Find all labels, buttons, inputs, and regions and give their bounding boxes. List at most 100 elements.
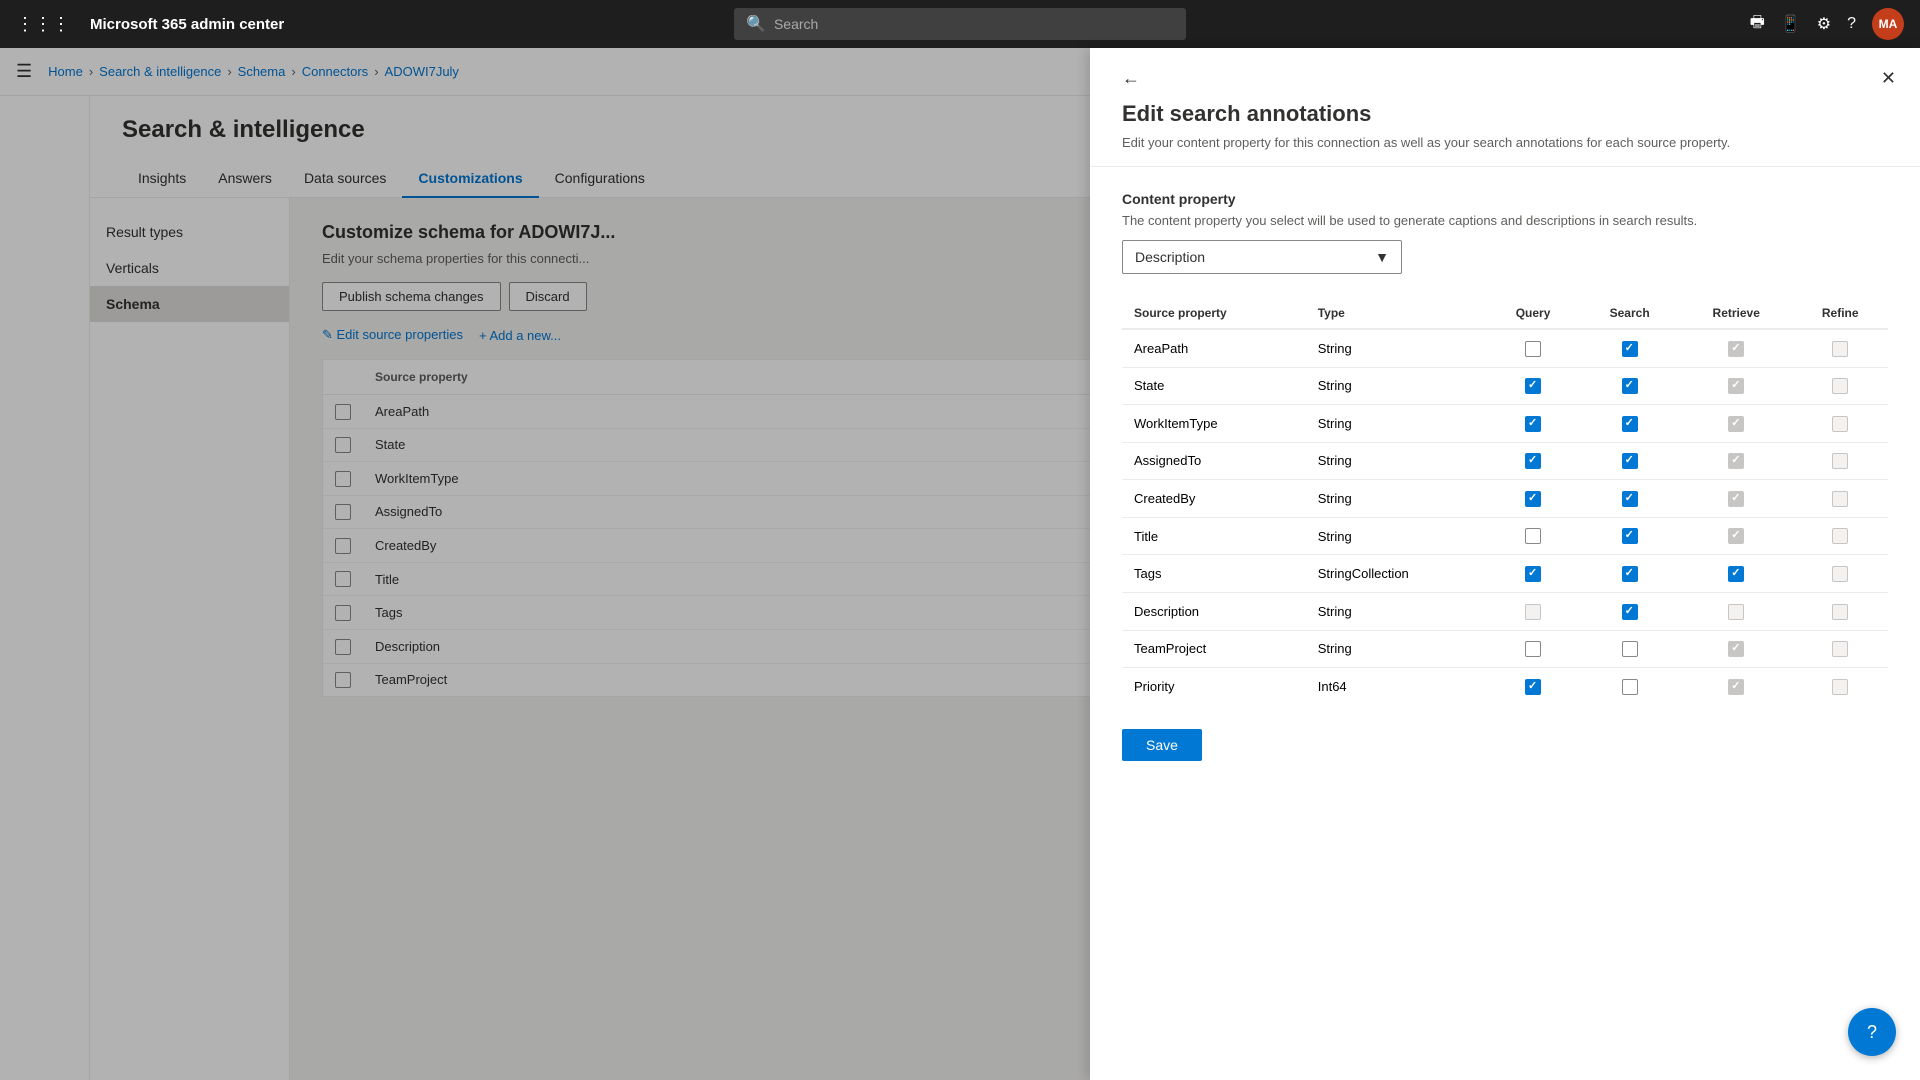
anno-query-cell — [1487, 630, 1579, 668]
panel-back-icon[interactable]: ← — [1122, 68, 1140, 89]
anno-search-cell — [1579, 555, 1680, 593]
checkbox[interactable] — [1525, 679, 1541, 695]
anno-query-cell — [1487, 555, 1579, 593]
checkbox[interactable] — [1622, 528, 1638, 544]
checkbox — [1832, 641, 1848, 657]
settings-icon[interactable]: ⚙ — [1817, 14, 1831, 34]
anno-search-cell — [1579, 367, 1680, 405]
anno-refine-cell — [1792, 668, 1888, 705]
anno-property: CreatedBy — [1122, 480, 1306, 518]
monitor-icon[interactable]: 🖶 — [1750, 11, 1765, 38]
anno-search-cell — [1579, 480, 1680, 518]
checkbox[interactable] — [1525, 491, 1541, 507]
checkbox[interactable] — [1525, 378, 1541, 394]
checkbox — [1728, 491, 1744, 507]
checkbox[interactable] — [1525, 566, 1541, 582]
annotation-row: Tags StringCollection — [1122, 555, 1888, 593]
anno-refine-cell — [1792, 555, 1888, 593]
search-bar[interactable]: 🔍 — [734, 8, 1186, 40]
help-bubble[interactable]: ? — [1848, 1008, 1896, 1056]
help-icon[interactable]: ? — [1847, 15, 1856, 33]
checkbox[interactable] — [1622, 604, 1638, 620]
checkbox[interactable] — [1622, 341, 1638, 357]
anno-refine-cell — [1792, 517, 1888, 555]
checkbox — [1728, 378, 1744, 394]
avatar[interactable]: MA — [1872, 8, 1904, 40]
anno-retrieve-cell — [1680, 480, 1792, 518]
side-panel: ← ✕ Edit search annotations Edit your co… — [1090, 48, 1920, 1080]
anno-refine-cell — [1792, 442, 1888, 480]
checkbox[interactable] — [1525, 453, 1541, 469]
top-nav: ⋮⋮⋮ Microsoft 365 admin center 🔍 🖶 📱 ⚙ ?… — [0, 0, 1920, 48]
anno-type: Int64 — [1306, 668, 1487, 705]
checkbox — [1832, 679, 1848, 695]
annotation-row: CreatedBy String — [1122, 480, 1888, 518]
annotation-row: Title String — [1122, 517, 1888, 555]
anno-retrieve-cell — [1680, 555, 1792, 593]
anno-property: Priority — [1122, 668, 1306, 705]
waffle-icon[interactable]: ⋮⋮⋮ — [16, 14, 70, 35]
checkbox[interactable] — [1622, 453, 1638, 469]
checkbox — [1728, 341, 1744, 357]
checkbox[interactable] — [1622, 679, 1638, 695]
checkbox[interactable] — [1622, 641, 1638, 657]
chevron-down-icon: ▼ — [1375, 249, 1389, 265]
checkbox — [1728, 679, 1744, 695]
anno-refine-cell — [1792, 367, 1888, 405]
anno-query-cell — [1487, 329, 1579, 367]
annotation-row: AreaPath String — [1122, 329, 1888, 367]
anno-property: Description — [1122, 592, 1306, 630]
checkbox[interactable] — [1622, 491, 1638, 507]
anno-property: State — [1122, 367, 1306, 405]
anno-retrieve-cell — [1680, 367, 1792, 405]
anno-property: WorkItemType — [1122, 405, 1306, 443]
checkbox — [1728, 453, 1744, 469]
anno-query-cell — [1487, 367, 1579, 405]
panel-title: Edit search annotations — [1122, 101, 1888, 127]
checkbox[interactable] — [1525, 528, 1541, 544]
checkbox[interactable] — [1525, 416, 1541, 432]
anno-query-cell — [1487, 442, 1579, 480]
anno-property: Title — [1122, 517, 1306, 555]
annotation-row: TeamProject String — [1122, 630, 1888, 668]
annotation-row: State String — [1122, 367, 1888, 405]
checkbox — [1832, 378, 1848, 394]
checkbox[interactable] — [1622, 416, 1638, 432]
checkbox[interactable] — [1525, 641, 1541, 657]
checkbox[interactable] — [1525, 341, 1541, 357]
col-retrieve: Retrieve — [1680, 298, 1792, 329]
anno-property: TeamProject — [1122, 630, 1306, 668]
content-property-dropdown[interactable]: Description ▼ — [1122, 240, 1402, 274]
checkbox[interactable] — [1622, 566, 1638, 582]
checkbox[interactable] — [1728, 566, 1744, 582]
anno-search-cell — [1579, 517, 1680, 555]
col-query: Query — [1487, 298, 1579, 329]
checkbox[interactable] — [1622, 378, 1638, 394]
anno-type: String — [1306, 329, 1487, 367]
annotation-row: Description String — [1122, 592, 1888, 630]
checkbox — [1728, 528, 1744, 544]
search-input[interactable] — [774, 16, 1174, 32]
mobile-icon[interactable]: 📱 — [1781, 14, 1801, 34]
col-refine: Refine — [1792, 298, 1888, 329]
anno-query-cell — [1487, 592, 1579, 630]
checkbox — [1832, 566, 1848, 582]
panel-close-icon[interactable]: ✕ — [1881, 68, 1896, 89]
anno-search-cell — [1579, 329, 1680, 367]
checkbox — [1832, 491, 1848, 507]
anno-retrieve-cell — [1680, 592, 1792, 630]
save-button[interactable]: Save — [1122, 729, 1202, 761]
anno-query-cell — [1487, 405, 1579, 443]
anno-refine-cell — [1792, 480, 1888, 518]
anno-property: AssignedTo — [1122, 442, 1306, 480]
anno-type: String — [1306, 442, 1487, 480]
anno-type: String — [1306, 592, 1487, 630]
checkbox — [1832, 341, 1848, 357]
anno-type: StringCollection — [1306, 555, 1487, 593]
checkbox — [1832, 528, 1848, 544]
content-property-label: Content property — [1122, 191, 1888, 207]
annotation-row: WorkItemType String — [1122, 405, 1888, 443]
anno-retrieve-cell — [1680, 630, 1792, 668]
anno-refine-cell — [1792, 405, 1888, 443]
annotations-table: Source property Type Query Search Retrie… — [1122, 298, 1888, 705]
